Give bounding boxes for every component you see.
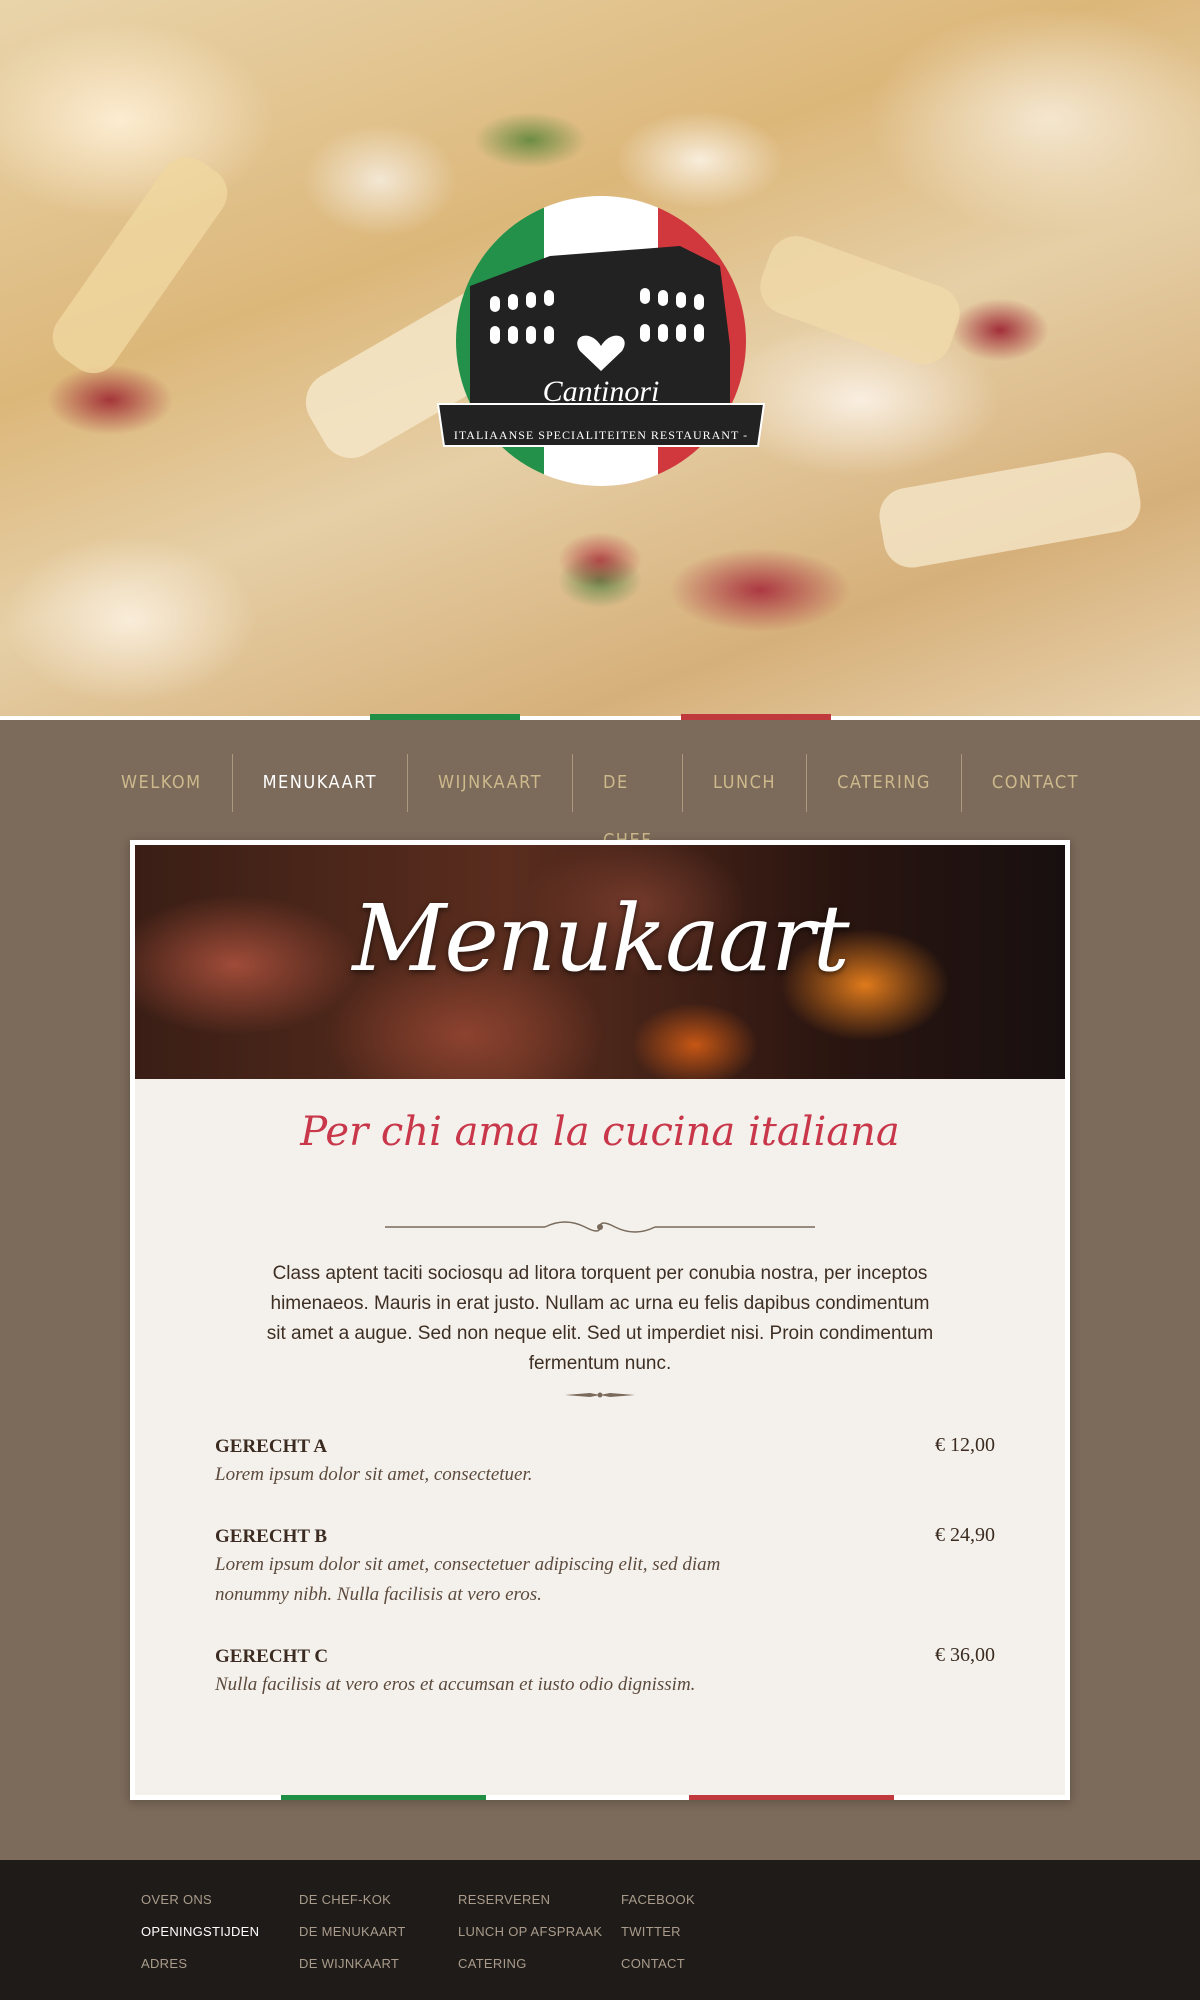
flag-bar-green [281, 1795, 486, 1800]
footer-link-de-chef-kok[interactable]: DE CHEF-KOK [299, 1884, 406, 1916]
nav-item-contact[interactable]: CONTACT [960, 754, 1109, 812]
footer-column: OVER ONS OPENINGSTIJDEN ADRES [141, 1884, 259, 1980]
flag-bar-red [681, 714, 831, 720]
hero-divider [0, 716, 1200, 720]
dish-name: GERECHT B [215, 1526, 328, 1547]
footer-link-lunch-op-afspraak[interactable]: LUNCH OP AFSPRAAK [458, 1916, 602, 1948]
footer-link-facebook[interactable]: FACEBOOK [621, 1884, 695, 1916]
menu-item: GERECHT A Lorem ipsum dolor sit amet, co… [215, 1434, 995, 1490]
footer-link-contact[interactable]: CONTACT [621, 1948, 695, 1980]
footer-link-twitter[interactable]: TWITTER [621, 1916, 695, 1948]
footer-link-openingstijden[interactable]: OPENINGSTIJDEN [141, 1916, 259, 1948]
dish-price: € 36,00 [935, 1644, 995, 1666]
small-ornament-icon [565, 1392, 635, 1398]
footer-column: RESERVEREN LUNCH OP AFSPRAAK CATERING [458, 1884, 602, 1980]
dish-description: Lorem ipsum dolor sit amet, consectetuer… [215, 1554, 721, 1605]
banner-title: Menukaart [352, 885, 850, 992]
footer-link-adres[interactable]: ADRES [141, 1948, 259, 1980]
dish-name: GERECHT C [215, 1646, 329, 1667]
flag-bar-green [370, 714, 520, 720]
menu-banner: Menukaart [135, 845, 1065, 1079]
site-footer: OVER ONS OPENINGSTIJDEN ADRES DE CHEF-KO… [0, 1860, 1200, 2000]
logo-tagline: ITALIAANSE SPECIALITEITEN RESTAURANT - P… [453, 428, 749, 457]
menu-subtitle: Per chi ama la cucina italiana [300, 1109, 900, 1155]
nav-item-menukaart[interactable]: MENUKAART [231, 754, 407, 812]
footer-link-catering[interactable]: CATERING [458, 1948, 602, 1980]
nav-item-de-chef[interactable]: DE CHEF [571, 754, 682, 851]
main-navigation: WELKOM MENUKAART WIJNKAART DE CHEF LUNCH… [121, 750, 1078, 851]
nav-item-lunch[interactable]: LUNCH [682, 754, 806, 812]
nav-item-welkom[interactable]: WELKOM [91, 754, 232, 812]
menu-content: Per chi ama la cucina italiana Class apt… [135, 1079, 1065, 1795]
dish-price: € 24,90 [935, 1524, 995, 1546]
dish-name: GERECHT A [215, 1436, 328, 1457]
menu-item: GERECHT C Nulla facilisis at vero eros e… [215, 1644, 995, 1700]
menu-item: GERECHT B Lorem ipsum dolor sit amet, co… [215, 1524, 995, 1610]
menu-panel: Menukaart Per chi ama la cucina italiana… [130, 840, 1070, 1800]
footer-link-de-wijnkaart[interactable]: DE WIJNKAART [299, 1948, 406, 1980]
footer-column: DE CHEF-KOK DE MENUKAART DE WIJNKAART [299, 1884, 406, 1980]
footer-link-reserveren[interactable]: RESERVEREN [458, 1884, 602, 1916]
dish-description: Nulla facilisis at vero eros et accumsan… [215, 1674, 696, 1695]
footer-link-over-ons[interactable]: OVER ONS [141, 1884, 259, 1916]
dish-description: Lorem ipsum dolor sit amet, consectetuer… [215, 1464, 533, 1485]
nav-item-wijnkaart[interactable]: WIJNKAART [407, 754, 572, 812]
divider-ornament-icon [385, 1221, 815, 1233]
flag-bar-red [689, 1795, 894, 1800]
dish-price: € 12,00 [935, 1434, 995, 1456]
footer-link-de-menukaart[interactable]: DE MENUKAART [299, 1916, 406, 1948]
footer-column: FACEBOOK TWITTER CONTACT [621, 1884, 695, 1980]
nav-item-catering[interactable]: CATERING [806, 754, 961, 812]
menu-intro-text: Class aptent taciti sociosqu ad litora t… [266, 1263, 934, 1374]
